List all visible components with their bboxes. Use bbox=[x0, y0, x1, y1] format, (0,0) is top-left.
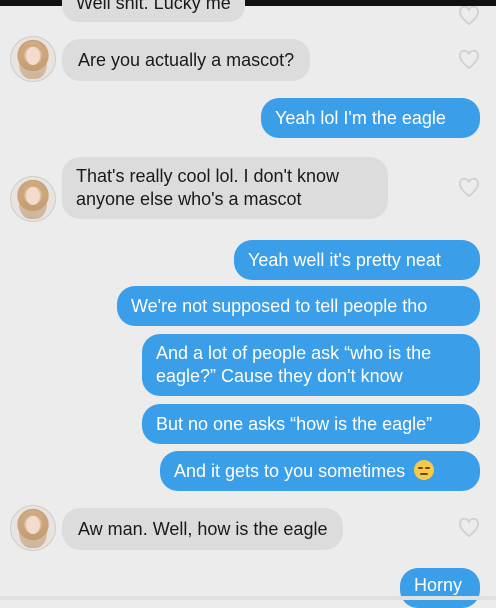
message-sent[interactable]: And it gets to you sometimes bbox=[160, 451, 480, 491]
message-text: Are you actually a mascot? bbox=[78, 50, 295, 70]
message-text-line: anyone else who's a mascot bbox=[76, 189, 302, 209]
message-received[interactable]: That's really cool lol. I don't know any… bbox=[62, 157, 388, 219]
message-text: Yeah well it's pretty neat bbox=[248, 250, 441, 270]
message-received[interactable]: Well shit. Lucky me bbox=[62, 0, 245, 22]
message-text-line: eagle?” Cause they don't know bbox=[156, 366, 403, 386]
pensive-face-emoji bbox=[414, 460, 435, 480]
message-text-line: And a lot of people ask “who is the bbox=[156, 343, 432, 363]
heart-icon[interactable] bbox=[458, 50, 480, 70]
message-received[interactable]: Aw man. Well, how is the eagle bbox=[62, 508, 344, 550]
message-sent[interactable]: Yeah well it's pretty neat bbox=[234, 240, 480, 280]
message-text: Well shit. Lucky me bbox=[76, 0, 231, 13]
message-text-line: That's really cool lol. I don't know bbox=[76, 166, 339, 186]
message-text: Horny bbox=[414, 575, 463, 595]
heart-icon[interactable] bbox=[458, 518, 480, 538]
message-sent[interactable]: Horny bbox=[400, 568, 480, 608]
message-received[interactable]: Are you actually a mascot? bbox=[62, 39, 311, 81]
heart-icon[interactable] bbox=[458, 178, 480, 198]
message-sent[interactable]: Yeah lol I'm the eagle bbox=[261, 98, 480, 138]
message-text: We're not supposed to tell people tho bbox=[131, 296, 428, 316]
message-text: And it gets to you sometimes bbox=[174, 461, 406, 481]
contact-avatar[interactable] bbox=[10, 176, 56, 222]
message-text: But no one asks “how is the eagle” bbox=[156, 414, 433, 434]
message-sent[interactable]: We're not supposed to tell people tho bbox=[117, 286, 480, 326]
message-text: Yeah lol I'm the eagle bbox=[275, 108, 446, 128]
bottom-edge bbox=[0, 596, 496, 600]
message-sent[interactable]: And a lot of people ask “who is the eagl… bbox=[142, 334, 480, 396]
heart-icon[interactable] bbox=[458, 6, 480, 26]
contact-avatar[interactable] bbox=[10, 36, 56, 82]
message-text: Aw man. Well, how is the eagle bbox=[78, 519, 328, 539]
contact-avatar[interactable] bbox=[10, 505, 56, 551]
message-sent[interactable]: But no one asks “how is the eagle” bbox=[142, 404, 480, 444]
